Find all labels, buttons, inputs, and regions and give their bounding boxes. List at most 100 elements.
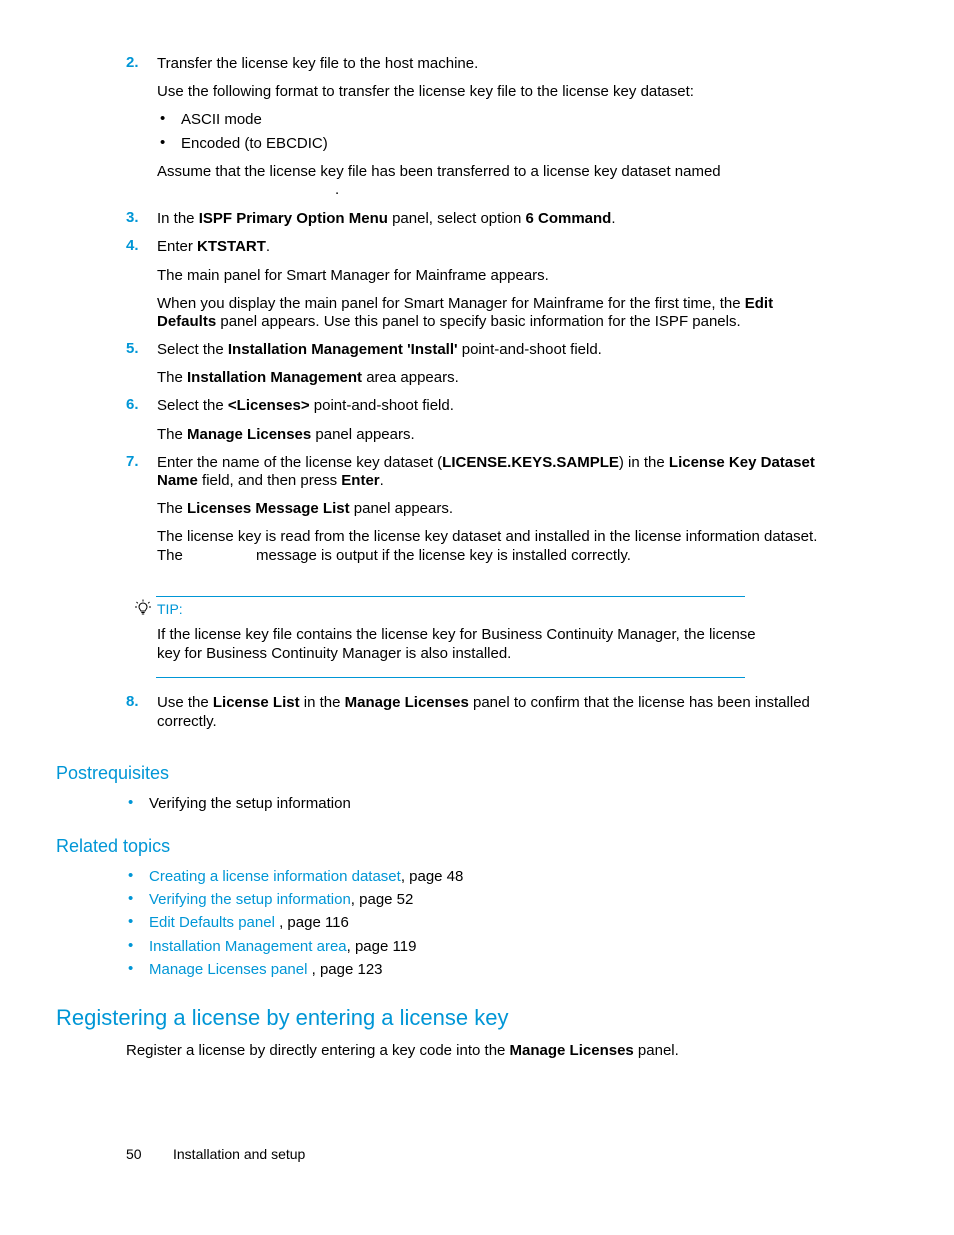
ui-term: License List [212,694,300,711]
page-ref: , page 123 [311,961,383,978]
step-number: 3. [126,209,139,226]
bullet-item: ASCII mode [181,111,262,128]
related-topic-link[interactable]: Edit Defaults panel [149,914,279,931]
step-paragraph: The Installation Management area appears… [157,368,459,387]
text: panel appears. Use this panel to specify… [216,313,741,330]
bullet-icon: • [128,937,134,954]
step-paragraph-cont: The [157,547,183,564]
ui-term: Manage Licenses [187,426,312,443]
page-number: 50 [126,1146,142,1162]
text: Use the [157,694,213,711]
dataset-name: LICENSE.KEYS.SAMPLE [442,454,619,471]
text: In the [157,210,199,227]
postrequisite-item: Verifying the setup information [149,795,351,812]
related-topic-link[interactable]: Verifying the setup information [149,891,351,908]
bullet-item: Encoded (to EBCDIC) [181,135,328,152]
text: The [157,369,188,386]
related-topic-item: Installation Management area, page 119 [149,937,416,956]
bullet-icon: • [160,134,166,151]
text: point-and-shoot field. [309,397,454,414]
step-paragraph-cont: message is output if the license key is … [256,547,631,564]
related-topic-link[interactable]: Creating a license information dataset [149,868,401,885]
text: . [265,238,271,255]
step-text: In the ISPF Primary Option Menu panel, s… [157,209,616,228]
related-topic-link[interactable]: Installation Management area [149,938,347,955]
text: panel appears. [311,426,415,443]
divider [156,596,745,597]
text: field, and then press [197,472,342,489]
text: Select the [157,341,228,358]
page-ref: , page 48 [400,868,464,885]
ui-term: Installation Management 'Install' [227,341,458,358]
text: Select the [157,397,228,414]
section-intro: Register a license by directly entering … [126,1041,679,1060]
bullet-icon: • [128,960,134,977]
divider [156,677,745,678]
text: point-and-shoot field. [457,341,602,358]
step-number: 2. [126,54,139,71]
command: KTSTART [197,238,266,255]
ui-term: <Licenses> [227,397,310,414]
postrequisites-heading: Postrequisites [56,763,170,783]
step-paragraph: When you display the main panel for Smar… [157,294,773,313]
bullet-icon: • [160,110,166,127]
text: . [611,210,616,227]
ui-term: Edit [744,295,774,312]
ui-term: Licenses Message List [187,500,350,517]
step-paragraph: Assume that the license key file has bee… [157,163,721,180]
text: area appears. [362,369,459,386]
text: Enter [157,238,198,255]
related-topics-heading: Related topics [56,836,171,856]
page-ref: , page 116 [279,914,349,931]
ui-term: 6 Command [525,210,612,227]
page-ref: , page 119 [346,938,417,955]
step-paragraph: The license key is read from the license… [157,528,818,545]
text: panel appears. [349,500,454,517]
step-text: Transfer the license key file to the hos… [157,55,479,72]
ui-term: Manage Licenses [344,694,469,711]
text: panel, select option [387,210,526,227]
ui-term: Manage Licenses [509,1042,634,1059]
bullet-icon: • [128,867,134,884]
bullet-icon: • [128,794,134,811]
step-text: Enter KTSTART. [157,237,270,256]
page-ref: , page 52 [350,891,414,908]
step-paragraph: Use the following format to transfer the… [157,83,694,100]
text: When you display the main panel for Smar… [157,295,745,312]
lightbulb-icon [134,599,152,617]
bullet-icon: • [128,913,134,930]
step-paragraph: The main panel for Smart Manager for Mai… [157,267,549,284]
step-text: Use the License List in the Manage Licen… [157,693,810,712]
step-number: 5. [126,340,139,357]
tip-label: TIP: [157,601,183,617]
text: ) in the [618,454,669,471]
text: Register a license by directly entering … [126,1042,510,1059]
ui-term: License Key Dataset [668,454,815,471]
ui-term: Defaults [157,313,217,330]
step-number: 7. [126,453,139,470]
bullet-icon: • [128,890,134,907]
period: . [335,181,340,198]
step-paragraph: The Licenses Message List panel appears. [157,499,453,518]
ui-term: Installation Management [187,369,363,386]
text: . [379,472,384,489]
related-topic-item: Edit Defaults panel , page 116 [149,913,349,932]
step-text: Select the Installation Management 'Inst… [157,340,602,359]
related-topic-item: Creating a license information dataset, … [149,867,463,886]
text: panel to confirm that the license has be… [468,694,810,711]
step-paragraph-cont: Defaults panel appears. Use this panel t… [157,312,741,331]
ui-term: ISPF Primary Option Menu [198,210,388,227]
step-text: Enter the name of the license key datase… [157,453,815,472]
step-text-cont: correctly. [157,713,217,730]
ui-term: Name [157,472,198,489]
related-topic-item: Manage Licenses panel , page 123 [149,960,383,979]
text: in the [299,694,345,711]
text: Enter the name of the license key datase… [157,454,443,471]
step-number: 4. [126,237,139,254]
related-topic-link[interactable]: Manage Licenses panel [149,961,312,978]
tip-text: If the license key file contains the lic… [157,626,756,643]
text: panel. [633,1042,679,1059]
key-name: Enter [341,472,380,489]
step-number: 8. [126,693,139,710]
related-topic-item: Verifying the setup information, page 52 [149,890,413,909]
